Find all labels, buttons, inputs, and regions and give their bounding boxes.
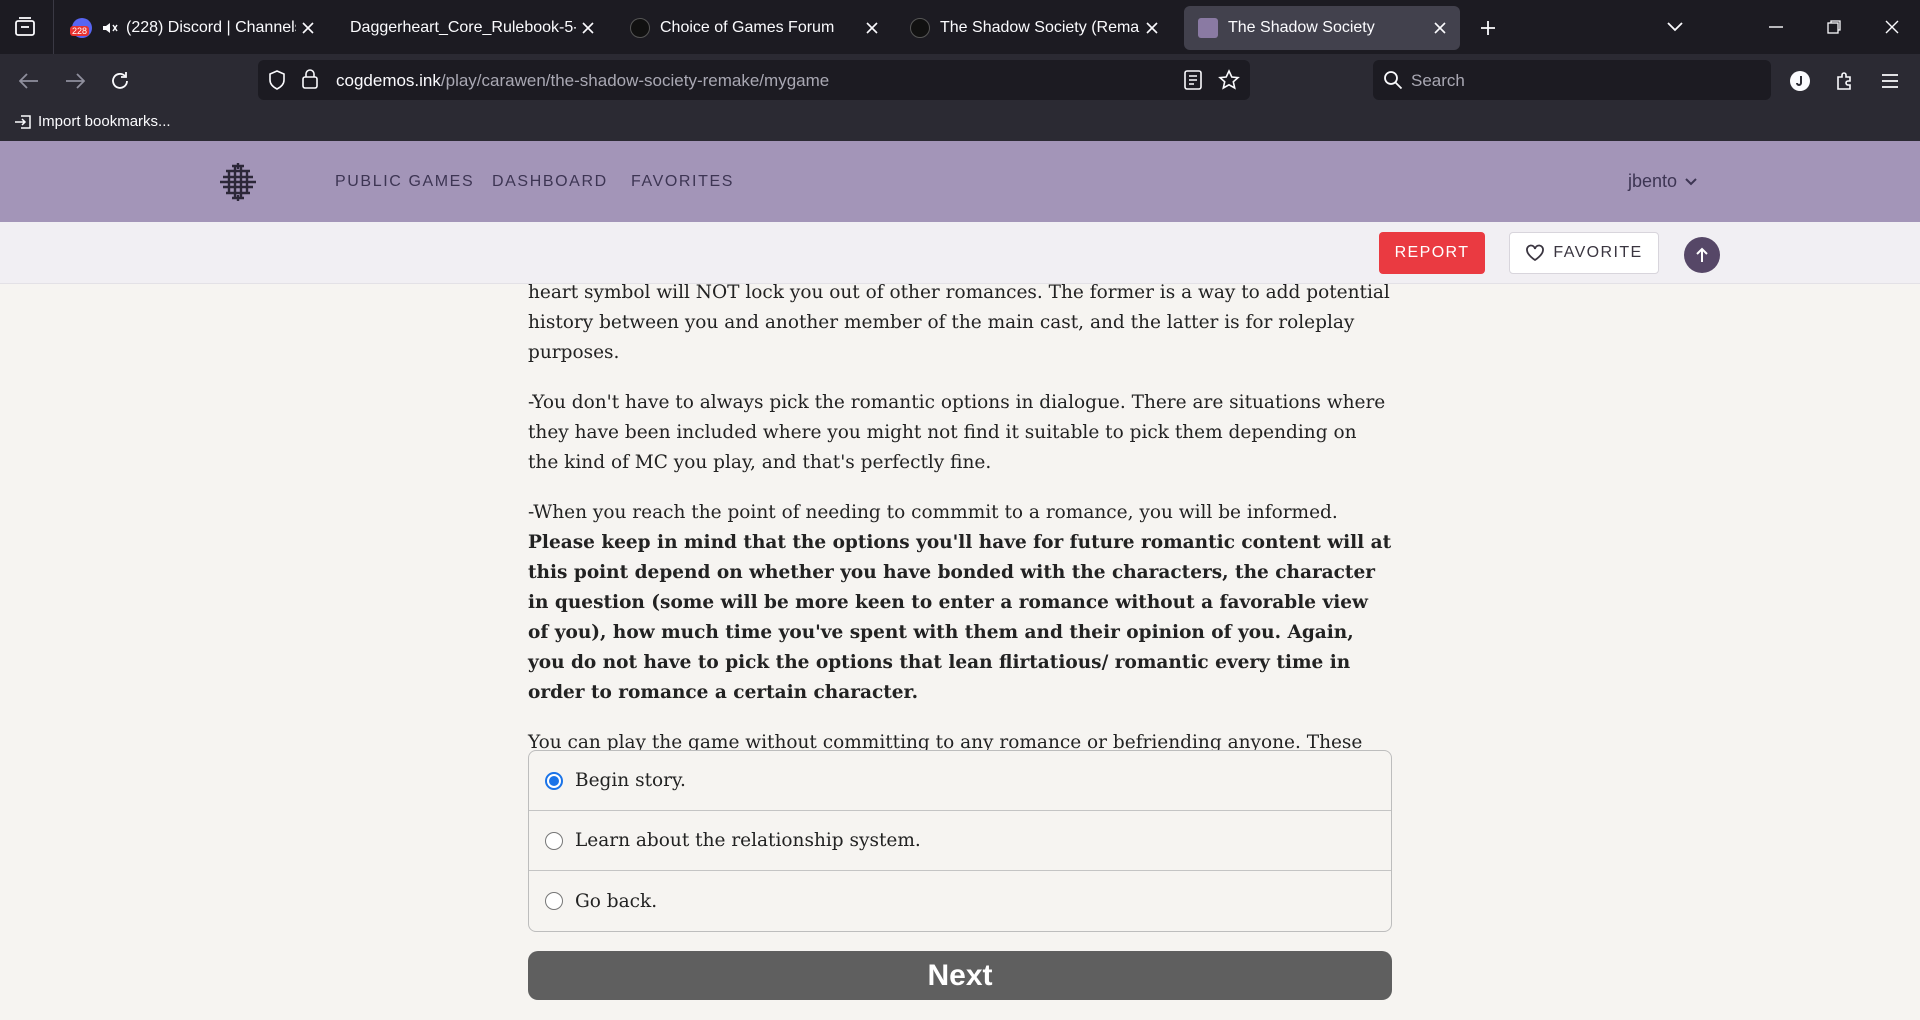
radio-button[interactable] bbox=[545, 892, 563, 910]
reload-icon[interactable] bbox=[105, 66, 135, 96]
choice-list: Begin story. Learn about the relationshi… bbox=[528, 750, 1392, 932]
url-host: cogdemos.ink bbox=[336, 71, 441, 90]
browser-nav-bar: cogdemos.ink/play/carawen/the-shadow-soc… bbox=[0, 54, 1920, 106]
choice-label: Learn about the relationship system. bbox=[575, 830, 921, 851]
choice-label: Begin story. bbox=[575, 770, 686, 791]
radio-button-selected[interactable] bbox=[545, 771, 563, 790]
tab-label: The Shadow Society bbox=[1228, 19, 1375, 36]
browser-tab-bar: 228 (228) Discord | Channels & Daggerhea… bbox=[0, 0, 1920, 54]
close-tab-icon[interactable] bbox=[860, 16, 884, 40]
tab-discord[interactable]: 228 (228) Discord | Channels & bbox=[58, 6, 328, 50]
close-tab-icon[interactable] bbox=[1140, 16, 1164, 40]
paragraph: -You don't have to always pick the roman… bbox=[528, 392, 1386, 473]
app-menu-icon[interactable] bbox=[1875, 66, 1905, 96]
tab-label: Daggerheart_Core_Rulebook-5-20-2 bbox=[350, 19, 576, 36]
tab-daggerheart[interactable]: Daggerheart_Core_Rulebook-5-20-2 bbox=[336, 6, 608, 50]
lock-icon[interactable] bbox=[302, 69, 318, 94]
nav-dashboard[interactable]: DASHBOARD bbox=[492, 173, 608, 191]
username: jbento bbox=[1628, 171, 1678, 191]
favorite-label: FAVORITE bbox=[1553, 244, 1643, 261]
heart-icon bbox=[1525, 244, 1545, 262]
choice-go-back[interactable]: Go back. bbox=[529, 871, 1391, 931]
site-header: PUBLIC GAMES DASHBOARD FAVORITES jbento bbox=[0, 141, 1920, 222]
notification-badge: 228 bbox=[70, 26, 90, 36]
url-text[interactable]: cogdemos.ink/play/carawen/the-shadow-soc… bbox=[336, 71, 829, 91]
chevron-down-icon bbox=[1685, 177, 1697, 186]
user-menu[interactable]: jbento bbox=[1628, 171, 1697, 192]
forward-icon[interactable] bbox=[60, 66, 90, 96]
paragraph-text: -When you reach the point of needing to … bbox=[528, 502, 1338, 523]
close-window-icon[interactable] bbox=[1877, 12, 1907, 42]
radio-button[interactable] bbox=[545, 831, 563, 850]
nav-public-games[interactable]: PUBLIC GAMES bbox=[335, 173, 474, 191]
paragraph-bold-text: Please keep in mind that the options you… bbox=[528, 532, 1392, 703]
url-path: /play/carawen/the-shadow-society-remake/… bbox=[440, 71, 830, 90]
search-icon bbox=[1383, 70, 1403, 95]
site-favicon-icon bbox=[630, 18, 650, 38]
tab-label: Choice of Games Forum bbox=[660, 19, 835, 36]
bookmark-label: Import bookmarks... bbox=[38, 113, 171, 130]
import-icon bbox=[14, 114, 32, 130]
reader-view-icon[interactable] bbox=[1184, 70, 1202, 95]
account-avatar-icon[interactable] bbox=[1785, 66, 1815, 96]
report-button[interactable]: REPORT bbox=[1379, 232, 1485, 274]
paragraph: heart symbol will NOT lock you out of ot… bbox=[528, 282, 1390, 363]
choice-relationship-system[interactable]: Learn about the relationship system. bbox=[529, 811, 1391, 871]
address-bar[interactable]: cogdemos.ink/play/carawen/the-shadow-soc… bbox=[258, 60, 1250, 100]
discord-icon: 228 bbox=[70, 18, 92, 38]
choice-begin-story[interactable]: Begin story. bbox=[529, 751, 1391, 811]
new-tab-button[interactable] bbox=[1474, 14, 1502, 42]
import-bookmarks-link[interactable]: Import bookmarks... bbox=[14, 113, 171, 130]
back-icon[interactable] bbox=[14, 66, 44, 96]
next-button[interactable]: Next bbox=[528, 951, 1392, 1000]
site-favicon-icon bbox=[910, 18, 930, 38]
scroll-to-top-button[interactable] bbox=[1684, 237, 1720, 273]
search-placeholder: Search bbox=[1411, 71, 1465, 90]
site-favicon-icon bbox=[1198, 18, 1218, 38]
close-tab-icon[interactable] bbox=[296, 16, 320, 40]
tab-list-icon[interactable] bbox=[10, 14, 40, 40]
tracking-protection-shield-icon[interactable] bbox=[268, 70, 286, 95]
tab-label: (228) Discord | Channels & bbox=[126, 19, 296, 36]
search-bar[interactable]: Search bbox=[1373, 60, 1771, 100]
bookmark-star-icon[interactable] bbox=[1218, 69, 1240, 96]
bookmarks-toolbar: Import bookmarks... bbox=[0, 106, 1920, 141]
restore-icon[interactable] bbox=[1819, 12, 1849, 42]
muted-audio-icon[interactable] bbox=[102, 21, 118, 35]
nav-favorites[interactable]: FAVORITES bbox=[631, 173, 734, 191]
choice-label: Go back. bbox=[575, 890, 658, 912]
tab-shadow-society-active[interactable]: The Shadow Society bbox=[1184, 6, 1460, 50]
story-text: heart symbol will NOT lock you out of ot… bbox=[528, 278, 1392, 808]
paragraph: -When you reach the point of needing to … bbox=[528, 498, 1392, 708]
site-logo-icon[interactable] bbox=[217, 161, 259, 203]
extensions-icon[interactable] bbox=[1830, 66, 1860, 96]
close-tab-icon[interactable] bbox=[576, 16, 600, 40]
game-action-bar: REPORT FAVORITE bbox=[0, 222, 1920, 284]
tab-shadow-society-remake[interactable]: The Shadow Society (Remake) ( bbox=[896, 6, 1172, 50]
favorite-button[interactable]: FAVORITE bbox=[1509, 232, 1659, 274]
tab-label: The Shadow Society (Remake) ( bbox=[940, 19, 1140, 36]
minimize-icon[interactable] bbox=[1761, 12, 1791, 42]
arrow-up-icon bbox=[1695, 247, 1709, 263]
tab-separator bbox=[53, 0, 54, 54]
tab-choice-of-games-forum[interactable]: Choice of Games Forum bbox=[616, 6, 892, 50]
list-all-tabs-icon[interactable] bbox=[1660, 12, 1690, 42]
close-tab-icon[interactable] bbox=[1428, 16, 1452, 40]
